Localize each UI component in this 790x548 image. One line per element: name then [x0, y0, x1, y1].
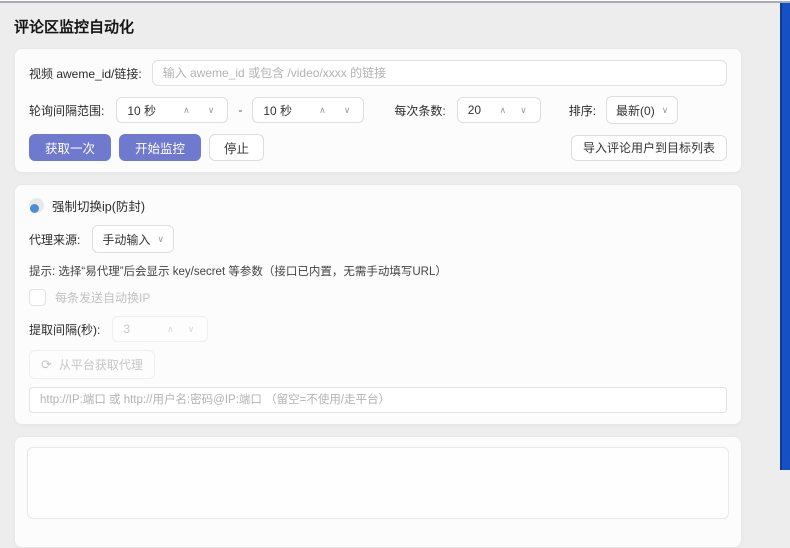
chevron-up-icon[interactable]: ∧ — [180, 104, 193, 117]
count-label: 每次条数: — [394, 103, 446, 118]
page-title: 评论区监控自动化 — [14, 19, 135, 36]
proxy-source-select[interactable]: 手动输入 ∨ — [92, 225, 174, 253]
monitor-settings-card: 视频 aweme_id/链接: 轮询间隔范围: 10 秒 ∧ ∨ - 10 秒 … — [14, 48, 742, 173]
chevron-down-icon: ∨ — [157, 233, 164, 244]
proxy-card: 强制切换ip(防封) 代理来源: 手动输入 ∨ 提示: 选择“易代理”后会显示 … — [14, 184, 742, 425]
count-spinner[interactable]: 20 ∧ ∨ — [456, 97, 541, 123]
refresh-icon: ⟳ — [41, 356, 52, 372]
auto-switch-label: 每条发送自动换IP — [55, 291, 151, 305]
interval-max-spinner[interactable]: 10 秒 ∧ ∨ — [252, 97, 365, 123]
extract-interval-spinner[interactable]: 3 ∧ ∨ — [112, 316, 209, 342]
interval-separator: - — [238, 103, 243, 117]
interval-min-value: 10 秒 — [127, 103, 157, 118]
proxy-tip: 提示: 选择“易代理”后会显示 key/secret 等参数（接口已内置，无需手… — [29, 266, 447, 278]
manual-proxy-row — [29, 387, 727, 413]
main-content: 评论区监控自动化 视频 aweme_id/链接: 轮询间隔范围: 10 秒 ∧ … — [0, 4, 766, 548]
chevron-down-icon[interactable]: ∨ — [341, 104, 354, 117]
interval-max-value: 10 秒 — [263, 103, 293, 118]
import-users-button[interactable]: 导入评论用户到目标列表 — [570, 134, 727, 161]
proxy-title: 强制切换ip(防封) — [52, 200, 146, 214]
chevron-down-icon: ∨ — [661, 104, 669, 115]
proxy-source-label: 代理来源: — [29, 232, 81, 247]
video-link-row: 视频 aweme_id/链接: — [29, 60, 727, 86]
extract-interval-row: 提取间隔(秒): 3 ∧ ∨ — [29, 316, 727, 342]
fetch-from-platform-label: 从平台获取代理 — [58, 358, 143, 372]
proxy-source-value: 手动输入 — [102, 232, 151, 247]
count-value: 20 — [467, 103, 482, 117]
sort-label: 排序: — [568, 103, 597, 118]
chevron-down-icon[interactable]: ∨ — [185, 323, 198, 336]
interval-row: 轮询间隔范围: 10 秒 ∧ ∨ - 10 秒 ∧ ∨ 每次条数: 20 ∧ ∨… — [29, 96, 727, 124]
interval-min-spinner[interactable]: 10 秒 ∧ ∨ — [116, 97, 229, 123]
fetch-proxy-row: ⟳ 从平台获取代理 — [29, 350, 727, 379]
start-monitor-button[interactable]: 开始监控 — [119, 134, 202, 161]
chevron-down-icon[interactable]: ∨ — [517, 104, 530, 117]
sort-value: 最新(0) — [616, 103, 655, 118]
chevron-up-icon[interactable]: ∧ — [497, 104, 510, 117]
results-inner-box — [27, 447, 729, 519]
chevron-up-icon[interactable]: ∧ — [316, 104, 329, 117]
stop-button[interactable]: 停止 — [209, 134, 265, 161]
extract-interval-label: 提取间隔(秒): — [29, 322, 101, 337]
fetch-once-button[interactable]: 获取一次 — [29, 134, 112, 161]
interval-label: 轮询间隔范围: — [29, 103, 105, 118]
right-accent-bar — [780, 3, 790, 470]
proxy-source-row: 代理来源: 手动输入 ∨ — [29, 225, 727, 253]
proxy-header: 强制切换ip(防封) — [29, 196, 727, 215]
auto-switch-row: 每条发送自动换IP — [29, 289, 727, 306]
chevron-down-icon[interactable]: ∨ — [205, 104, 218, 117]
fetch-from-platform-button[interactable]: ⟳ 从平台获取代理 — [29, 350, 155, 379]
results-card — [14, 436, 742, 548]
video-link-input[interactable] — [151, 60, 727, 86]
sort-select[interactable]: 最新(0) ∨ — [606, 96, 679, 124]
globe-icon — [29, 198, 44, 213]
extract-interval-value: 3 — [123, 322, 131, 336]
video-link-label: 视频 aweme_id/链接: — [29, 66, 142, 81]
auto-switch-checkbox[interactable] — [29, 289, 46, 306]
manual-proxy-input[interactable] — [29, 387, 727, 413]
chevron-up-icon[interactable]: ∧ — [164, 323, 177, 336]
actions-row: 获取一次 开始监控 停止 导入评论用户到目标列表 — [29, 134, 727, 161]
